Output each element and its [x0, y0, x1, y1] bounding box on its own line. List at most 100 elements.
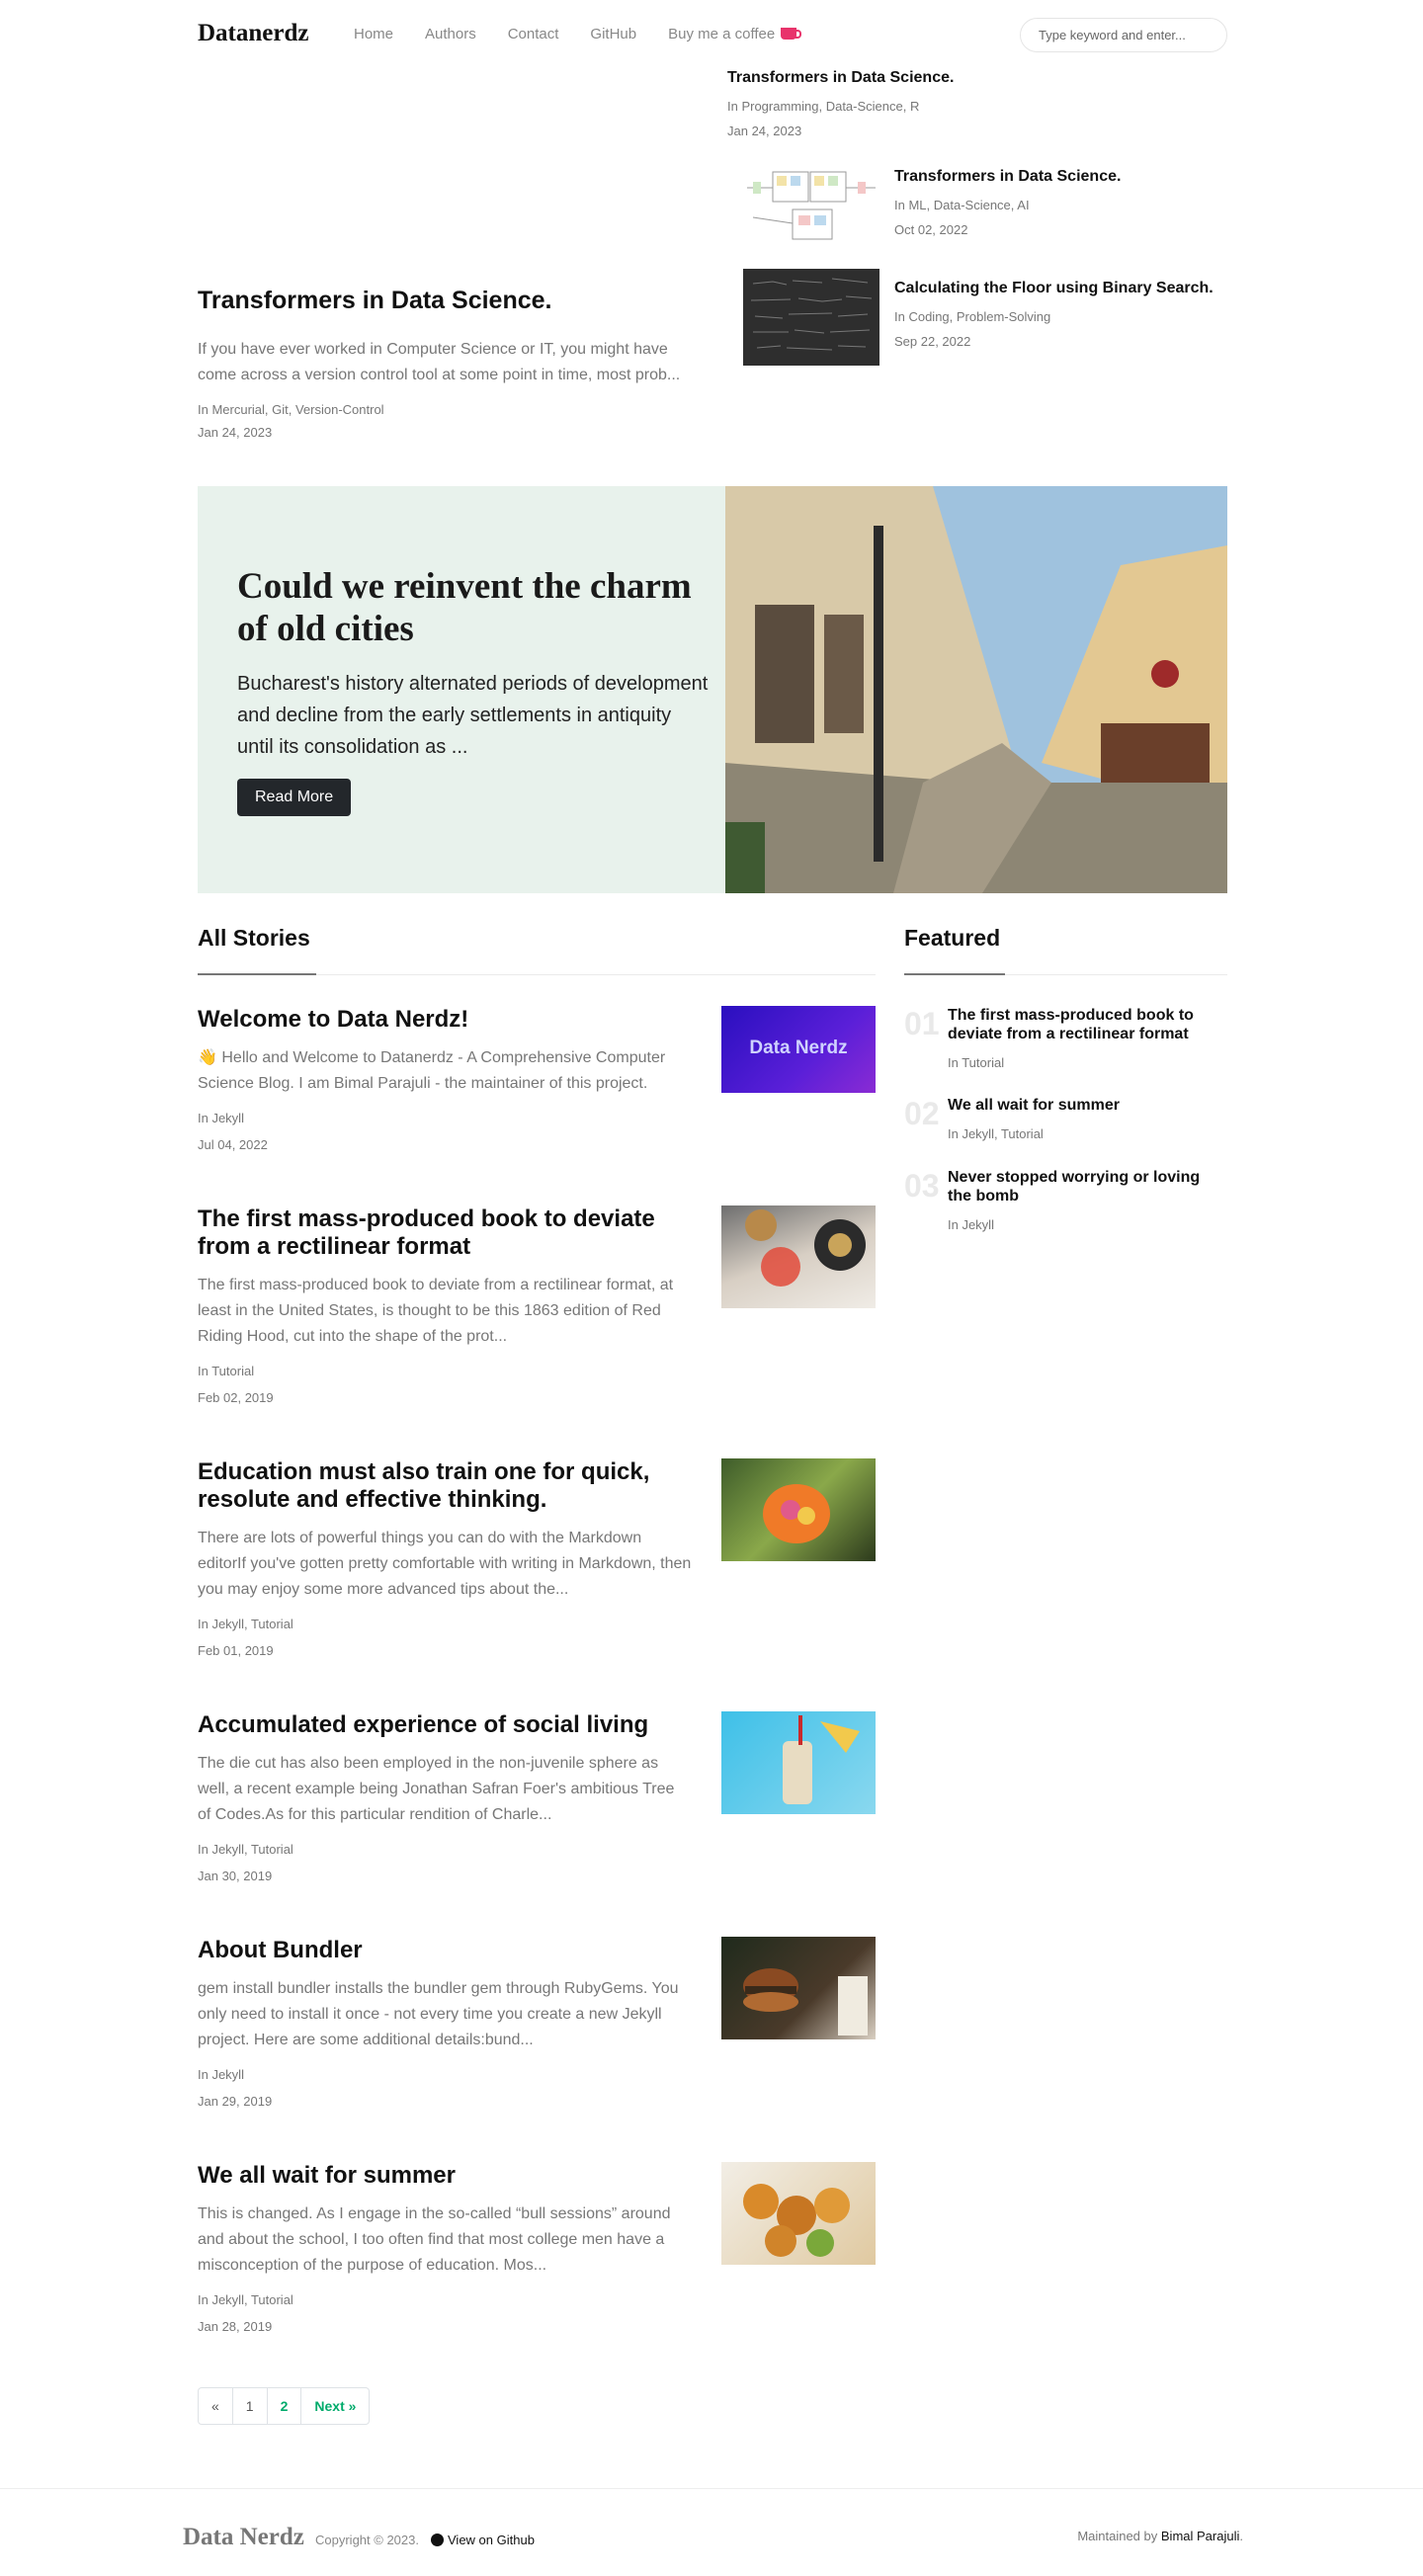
featured-categories: In Jekyll, Tutorial	[948, 1126, 1044, 1141]
story-categories: In Jekyll, Tutorial	[198, 2292, 293, 2307]
thumbnail-logo-text: Data Nerdz	[749, 1038, 848, 1058]
pagination-page-1[interactable]: 1	[233, 2388, 268, 2424]
footer-brand[interactable]: Data Nerdz	[183, 2524, 304, 2551]
story-title[interactable]: Accumulated experience of social living	[198, 1711, 692, 1739]
story-card[interactable]: Education must also train one for quick,…	[198, 1458, 876, 1658]
featured-item[interactable]: 03 Never stopped worrying or loving the …	[904, 1168, 1227, 1232]
side-post-title[interactable]: Calculating the Floor using Binary Searc…	[894, 280, 1214, 297]
story-date: Jan 30, 2019	[198, 1869, 273, 1883]
featured-title[interactable]: We all wait for summer	[948, 1096, 1224, 1115]
side-post-categories: In Programming, Data-Science, R	[727, 99, 920, 114]
all-stories-heading: All Stories	[198, 925, 310, 951]
top-side-post[interactable]: Calculating the Floor using Binary Searc…	[894, 280, 1214, 349]
nav-home-link[interactable]: Home	[354, 26, 393, 42]
side-post-categories: In Coding, Problem-Solving	[894, 309, 1051, 324]
side-post-date: Oct 02, 2022	[894, 222, 968, 237]
fried-food-thumbnail[interactable]	[721, 2162, 876, 2265]
top-main-title[interactable]: Transformers in Data Science.	[198, 287, 692, 315]
data-nerdz-thumbnail[interactable]: Data Nerdz	[721, 1006, 876, 1093]
story-date: Jan 28, 2019	[198, 2319, 273, 2334]
nav-coffee-link[interactable]: Buy me a coffee	[668, 26, 802, 42]
nav-contact-link[interactable]: Contact	[508, 26, 559, 42]
read-more-button[interactable]: Read More	[237, 779, 352, 816]
featured-number: 02	[904, 1096, 940, 1131]
featured-categories: In Jekyll	[948, 1217, 994, 1232]
top-main-date: Jan 24, 2023	[198, 425, 273, 440]
side-post-date: Sep 22, 2022	[894, 334, 971, 349]
featured-item[interactable]: 01 The first mass-produced book to devia…	[904, 1006, 1227, 1070]
basket-thumbnail[interactable]	[721, 1458, 876, 1561]
story-excerpt: gem install bundler installs the bundler…	[198, 1980, 679, 2048]
story-excerpt: 👋 Hello and Welcome to Datanerdz - A Com…	[198, 1049, 666, 1092]
story-title[interactable]: About Bundler	[198, 1937, 692, 1964]
top-side-post[interactable]: Transformers in Data Science. In ML, Dat…	[894, 168, 1121, 237]
side-post-title[interactable]: Transformers in Data Science.	[894, 168, 1121, 186]
pagination-page-2[interactable]: 2	[268, 2388, 302, 2424]
story-title[interactable]: Welcome to Data Nerdz!	[198, 1006, 692, 1034]
side-post-title[interactable]: Transformers in Data Science.	[727, 69, 954, 87]
side-post-categories: In ML, Data-Science, AI	[894, 198, 1030, 212]
jumbotron-text: Could we reinvent the charm of old citie…	[237, 565, 712, 816]
featured-number: 01	[904, 1006, 940, 1041]
coffee-cup-icon	[781, 27, 802, 40]
story-categories: In Jekyll, Tutorial	[198, 1842, 293, 1857]
drinks-food-thumbnail[interactable]	[721, 1205, 876, 1308]
featured-item[interactable]: 02 We all wait for summer In Jekyll, Tut…	[904, 1096, 1227, 1141]
story-card[interactable]: Welcome to Data Nerdz! 👋 Hello and Welco…	[198, 1006, 876, 1152]
story-categories: In Jekyll	[198, 2067, 244, 2082]
story-date: Feb 02, 2019	[198, 1390, 274, 1405]
top-main-post[interactable]: Transformers in Data Science. If you hav…	[198, 287, 692, 440]
story-title[interactable]: We all wait for summer	[198, 2162, 692, 2190]
footer-maintainer-link[interactable]: Bimal Parajuli	[1161, 2529, 1239, 2543]
side-post-date: Jan 24, 2023	[727, 124, 802, 138]
footer-github-link[interactable]: View on Github	[431, 2533, 535, 2547]
burger-thumbnail[interactable]	[721, 1937, 876, 2039]
navbar: Datanerdz Home Authors Contact GitHub Bu…	[0, 0, 1423, 69]
story-categories: In Tutorial	[198, 1364, 255, 1378]
search-input[interactable]	[1020, 18, 1227, 52]
featured-title[interactable]: Never stopped worrying or loving the bom…	[948, 1168, 1224, 1205]
chalkboard-thumbnail[interactable]	[743, 269, 879, 366]
story-card[interactable]: About Bundler gem install bundler instal…	[198, 1937, 876, 2109]
footer-maintained-prefix: Maintained by	[1077, 2529, 1158, 2543]
top-main-categories: In Mercurial, Git, Version-Control	[198, 402, 384, 417]
story-title[interactable]: The first mass-produced book to deviate …	[198, 1205, 692, 1261]
story-title[interactable]: Education must also train one for quick,…	[198, 1458, 692, 1514]
story-card[interactable]: Accumulated experience of social living …	[198, 1711, 876, 1883]
old-city-street-image	[725, 486, 1227, 893]
footer-divider	[0, 2488, 1423, 2489]
nav-authors-link[interactable]: Authors	[425, 26, 476, 42]
story-excerpt: The die cut has also been employed in th…	[198, 1755, 675, 1823]
footer-copyright: Copyright © 2023.	[315, 2533, 419, 2547]
jumbotron: Could we reinvent the charm of old citie…	[198, 486, 1227, 893]
featured-underline	[904, 973, 1005, 975]
footer-github-label: View on Github	[448, 2533, 535, 2547]
story-date: Jan 29, 2019	[198, 2094, 273, 2109]
pagination-prev[interactable]: «	[199, 2388, 233, 2424]
featured-number: 03	[904, 1168, 940, 1204]
footer-maintained: Maintained by Bimal Parajuli.	[1077, 2529, 1243, 2543]
pagination-next[interactable]: Next »	[301, 2388, 369, 2424]
story-categories: In Jekyll	[198, 1111, 244, 1125]
featured-title[interactable]: The first mass-produced book to deviate …	[948, 1006, 1224, 1043]
jumbotron-lead: Bucharest's history alternated periods o…	[237, 673, 709, 758]
top-main-excerpt: If you have ever worked in Computer Scie…	[198, 341, 681, 383]
story-excerpt: This is changed. As I engage in the so-c…	[198, 2205, 671, 2274]
story-card[interactable]: The first mass-produced book to deviate …	[198, 1205, 876, 1405]
story-date: Feb 01, 2019	[198, 1643, 274, 1658]
story-card[interactable]: We all wait for summer This is changed. …	[198, 2162, 876, 2334]
site-brand[interactable]: Datanerdz	[198, 20, 308, 47]
featured-categories: In Tutorial	[948, 1055, 1005, 1070]
jumbotron-title: Could we reinvent the charm of old citie…	[237, 566, 692, 649]
transformer-diagram-thumbnail[interactable]	[743, 158, 879, 253]
story-categories: In Jekyll, Tutorial	[198, 1617, 293, 1631]
story-date: Jul 04, 2022	[198, 1137, 268, 1152]
nav-menu: Home Authors Contact GitHub Buy me a cof…	[354, 26, 828, 42]
story-excerpt: The first mass-produced book to deviate …	[198, 1277, 674, 1345]
footer-maintained-suffix: .	[1239, 2529, 1243, 2543]
pagination: « 1 2 Next »	[198, 2387, 371, 2425]
github-icon	[431, 2534, 444, 2546]
top-side-post[interactable]: Transformers in Data Science. In Program…	[727, 69, 954, 138]
milkshake-thumbnail[interactable]	[721, 1711, 876, 1814]
nav-github-link[interactable]: GitHub	[590, 26, 636, 42]
